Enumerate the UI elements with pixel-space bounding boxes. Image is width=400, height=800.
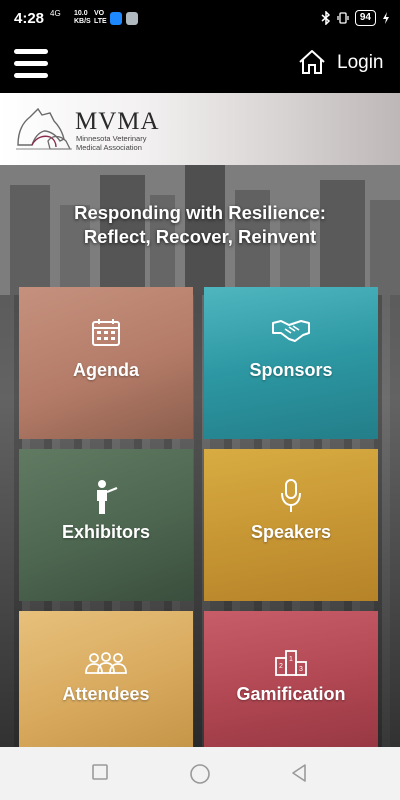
notification-app-icon	[110, 12, 122, 25]
triangle-back-icon[interactable]	[290, 763, 308, 783]
volte-top: VO	[94, 10, 105, 17]
notification-drive-icon	[126, 12, 138, 25]
presenter-icon	[97, 480, 118, 514]
login-button[interactable]: Login	[337, 52, 384, 74]
hamburger-menu-icon[interactable]	[14, 48, 48, 78]
tile-gamification[interactable]: 1 2 3 Gamification	[204, 611, 378, 747]
tile-exhibitors[interactable]: Exhibitors	[19, 449, 193, 601]
logo-bar: MVMA Minnesota Veterinary Medical Associ…	[0, 93, 400, 165]
podium-icon: 1 2 3	[275, 650, 307, 676]
handshake-icon	[272, 320, 310, 342]
charging-icon	[383, 12, 389, 24]
logo-subtitle: Minnesota Veterinary Medical Association	[76, 134, 147, 152]
tile-attendees[interactable]: Attendees	[19, 611, 193, 747]
bluetooth-icon	[321, 11, 330, 25]
tile-attendees-label: Attendees	[62, 684, 150, 704]
svg-text:1: 1	[289, 656, 293, 663]
hero-title: Responding with Resilience: Reflect, Rec…	[0, 201, 400, 249]
status-right: 94	[321, 10, 390, 26]
home-icon[interactable]	[298, 49, 326, 75]
network-speed-value: 10.0	[74, 10, 88, 17]
people-group-icon	[85, 652, 127, 674]
tile-speakers-label: Speakers	[250, 522, 332, 542]
microphone-icon	[281, 479, 301, 512]
tile-gamification-label: Gamification	[236, 684, 346, 704]
status-bar: 4:28 4G 10.0 KB/S VO LTE 94	[0, 0, 400, 38]
volte-bottom: LTE	[94, 18, 107, 25]
status-time: 4:28	[14, 10, 45, 27]
tile-exhibitors-label: Exhibitors	[61, 522, 150, 542]
logo-title: MVMA	[75, 108, 160, 135]
system-nav-bar	[0, 747, 400, 800]
signal-label: 4G	[50, 9, 61, 18]
vibrate-icon	[337, 12, 349, 24]
battery-indicator: 94	[354, 10, 376, 26]
tile-speakers[interactable]: Speakers	[204, 449, 378, 601]
app-header: Login	[0, 38, 400, 93]
hero-title-line2: Reflect, Recover, Reinvent	[83, 226, 317, 247]
hero-title-line1: Responding with Resilience:	[74, 202, 326, 223]
calendar-icon	[92, 319, 120, 346]
svg-text:2: 2	[279, 663, 283, 670]
tile-sponsors[interactable]: Sponsors	[204, 287, 378, 439]
tile-sponsors-label: Sponsors	[249, 360, 333, 380]
tile-agenda-label: Agenda	[72, 360, 139, 380]
circle-home-icon[interactable]	[189, 763, 211, 785]
volte-indicator: VO LTE	[94, 10, 107, 26]
square-recents-icon[interactable]	[91, 763, 109, 781]
network-speed: 10.0 KB/S	[74, 10, 91, 26]
svg-text:3: 3	[299, 666, 303, 673]
tile-agenda[interactable]: Agenda	[19, 287, 193, 439]
mvma-animals-logo	[16, 107, 72, 150]
network-speed-unit: KB/S	[74, 18, 91, 25]
